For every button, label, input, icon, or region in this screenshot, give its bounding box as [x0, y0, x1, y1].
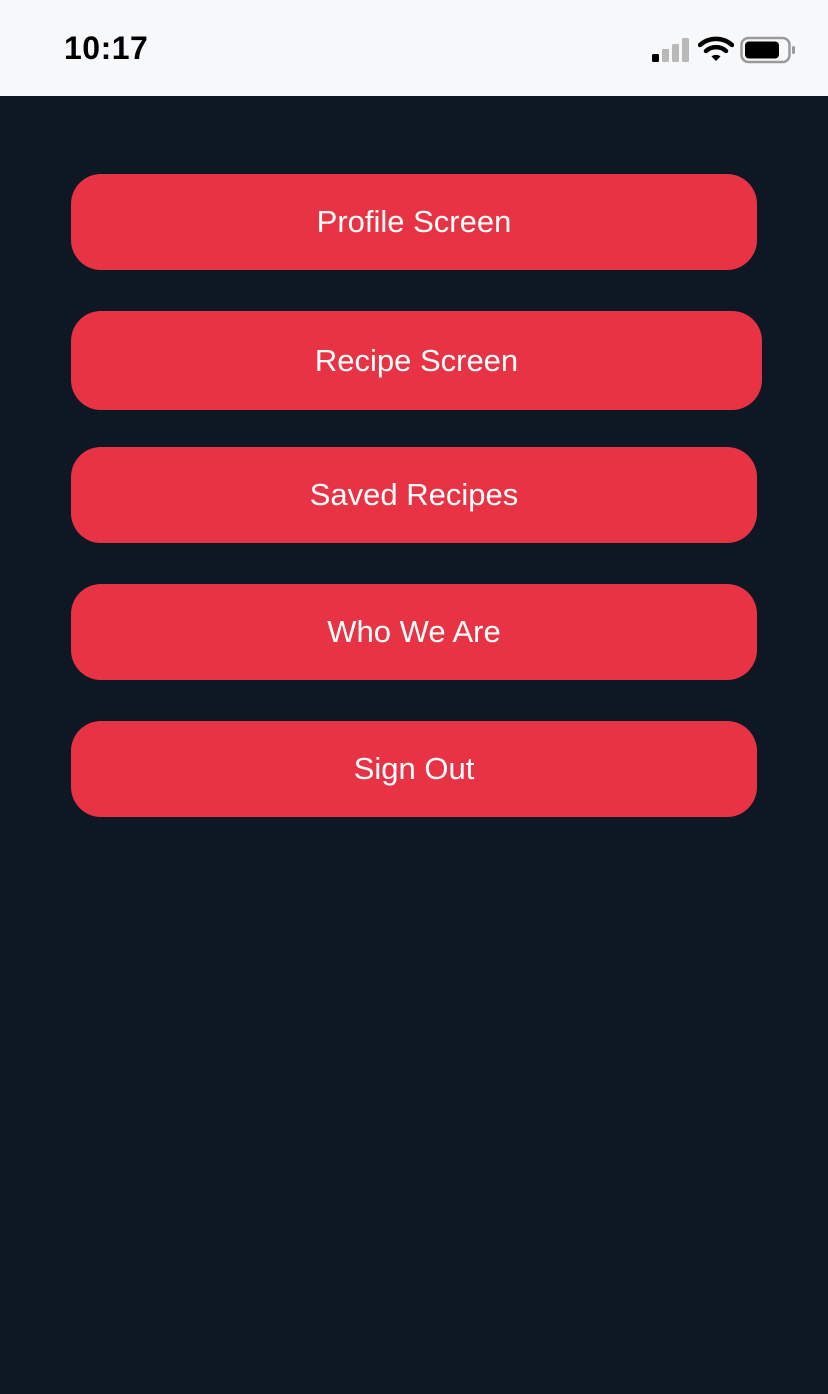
- recipe-screen-button[interactable]: Recipe Screen: [71, 311, 762, 410]
- battery-icon: [740, 36, 795, 64]
- saved-recipes-button[interactable]: Saved Recipes: [71, 447, 757, 543]
- profile-screen-button[interactable]: Profile Screen: [71, 174, 757, 270]
- profile-screen-button-label: Profile Screen: [316, 204, 512, 239]
- recipe-screen-button-label: Recipe Screen: [314, 342, 519, 378]
- who-we-are-button[interactable]: Who We Are: [71, 584, 757, 680]
- cellular-signal-icon: [652, 38, 689, 62]
- wifi-icon: [698, 36, 734, 61]
- saved-recipes-button-label: Saved Recipes: [309, 477, 519, 512]
- sign-out-button[interactable]: Sign Out: [71, 721, 757, 817]
- status-time: 10:17: [64, 30, 149, 66]
- who-we-are-button-label: Who We Are: [327, 614, 501, 649]
- main-menu: Profile Screen Recipe Screen Saved Recip…: [0, 96, 828, 1394]
- status-bar: 10:17: [0, 0, 828, 96]
- sign-out-button-label: Sign Out: [353, 751, 475, 786]
